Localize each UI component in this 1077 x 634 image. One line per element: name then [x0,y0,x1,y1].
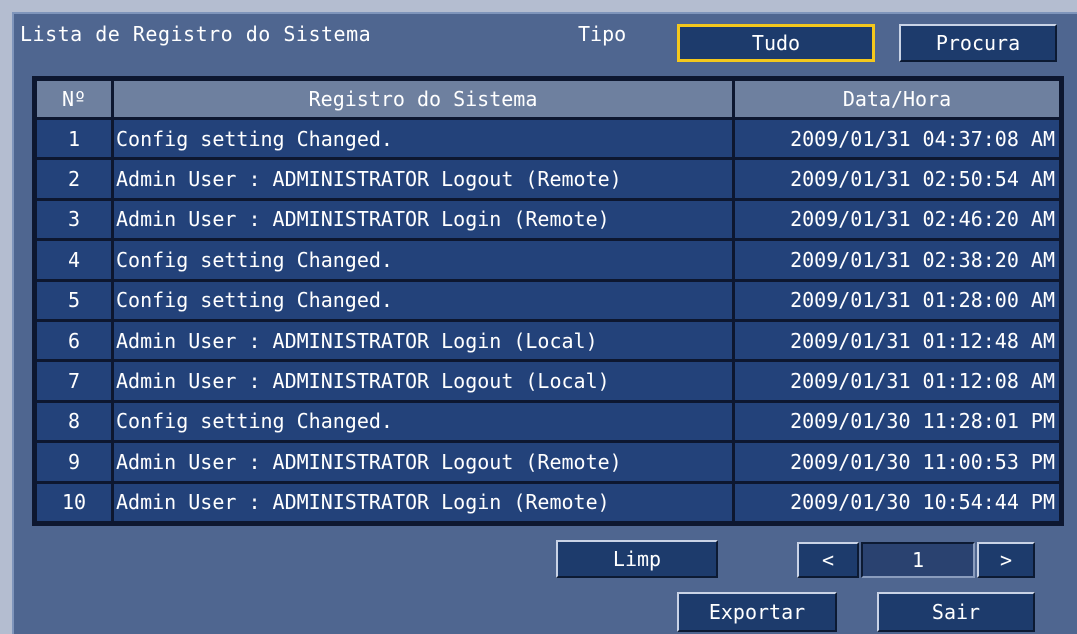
type-select[interactable]: Tudo [677,24,875,62]
row-number: 7 [37,362,111,400]
row-message: Config setting Changed. [114,281,732,319]
row-message: Admin User : ADMINISTRATOR Login (Remote… [114,200,732,239]
row-datetime: 2009/01/31 01:12:08 AM [735,362,1059,400]
column-header-number: Nº [37,81,111,117]
table-row[interactable]: 2 Admin User : ADMINISTRATOR Logout (Rem… [37,160,1059,198]
exit-button-label: Sair [931,600,981,624]
row-number: 9 [37,443,111,481]
next-page-button[interactable]: > [977,542,1035,578]
row-number: 3 [37,200,111,239]
row-datetime: 2009/01/31 04:37:08 AM [735,120,1059,158]
row-datetime: 2009/01/30 11:28:01 PM [735,402,1059,441]
row-datetime: 2009/01/31 01:28:00 AM [735,281,1059,319]
table-header-row: Nº Registro do Sistema Data/Hora [37,81,1059,117]
row-number: 1 [37,120,111,158]
row-number: 5 [37,281,111,319]
row-datetime: 2009/01/31 01:12:48 AM [735,321,1059,360]
page-number-field[interactable]: 1 [861,542,975,578]
column-header-log: Registro do Sistema [114,81,732,117]
row-message: Admin User : ADMINISTRATOR Logout (Remot… [114,443,732,481]
row-message: Admin User : ADMINISTRATOR Login (Local) [114,321,732,360]
export-button[interactable]: Exportar [677,592,837,632]
row-number: 2 [37,160,111,198]
page-title: Lista de Registro do Sistema [20,22,372,46]
export-button-label: Exportar [708,600,806,624]
row-message: Admin User : ADMINISTRATOR Login (Remote… [114,483,732,521]
row-message: Config setting Changed. [114,120,732,158]
table-row[interactable]: 4 Config setting Changed. 2009/01/31 02:… [37,241,1059,279]
table-row[interactable]: 5 Config setting Changed. 2009/01/31 01:… [37,281,1059,319]
row-datetime: 2009/01/31 02:50:54 AM [735,160,1059,198]
search-button-label: Procura [935,31,1021,55]
table-row[interactable]: 1 Config setting Changed. 2009/01/31 04:… [37,120,1059,158]
chevron-left-icon: < [821,548,835,572]
clear-button-label: Limp [612,547,662,571]
search-button[interactable]: Procura [899,24,1057,62]
column-header-datetime: Data/Hora [735,81,1059,117]
log-table: Nº Registro do Sistema Data/Hora 1 Confi… [32,76,1064,526]
exit-button[interactable]: Sair [877,592,1035,632]
table-row[interactable]: 9 Admin User : ADMINISTRATOR Logout (Rem… [37,443,1059,481]
row-datetime: 2009/01/31 02:38:20 AM [735,241,1059,279]
row-datetime: 2009/01/30 11:00:53 PM [735,443,1059,481]
row-number: 8 [37,402,111,441]
page-number-value: 1 [911,548,925,572]
row-message: Admin User : ADMINISTRATOR Logout (Remot… [114,160,732,198]
row-datetime: 2009/01/30 10:54:44 PM [735,483,1059,521]
chevron-right-icon: > [999,548,1013,572]
row-message: Config setting Changed. [114,402,732,441]
row-number: 6 [37,321,111,360]
table-row[interactable]: 3 Admin User : ADMINISTRATOR Login (Remo… [37,200,1059,239]
table-row[interactable]: 8 Config setting Changed. 2009/01/30 11:… [37,402,1059,441]
row-message: Admin User : ADMINISTRATOR Logout (Local… [114,362,732,400]
clear-button[interactable]: Limp [556,540,718,578]
row-number: 10 [37,483,111,521]
table-row[interactable]: 10 Admin User : ADMINISTRATOR Login (Rem… [37,483,1059,521]
row-datetime: 2009/01/31 02:46:20 AM [735,200,1059,239]
type-select-value: Tudo [751,31,801,55]
prev-page-button[interactable]: < [797,542,859,578]
type-label: Tipo [578,22,627,46]
row-message: Config setting Changed. [114,241,732,279]
table-row[interactable]: 7 Admin User : ADMINISTRATOR Logout (Loc… [37,362,1059,400]
table-row[interactable]: 6 Admin User : ADMINISTRATOR Login (Loca… [37,321,1059,360]
row-number: 4 [37,241,111,279]
